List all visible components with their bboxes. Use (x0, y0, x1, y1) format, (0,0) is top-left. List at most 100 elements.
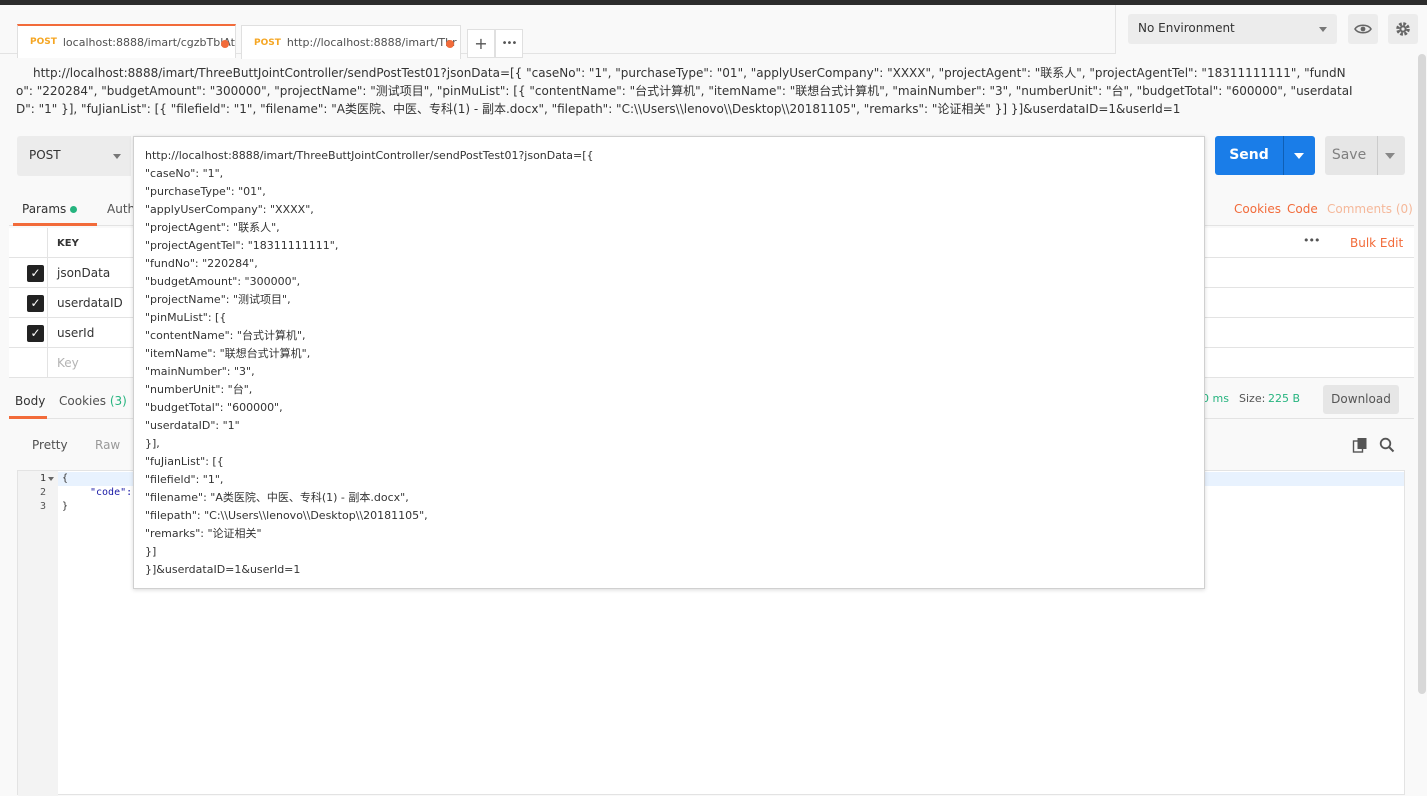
page-scrollbar[interactable] (1418, 54, 1426, 694)
unsaved-dot-icon (221, 40, 229, 48)
request-tab-1[interactable]: POST localhost:8888/imart/cgzbTblAt (17, 24, 236, 58)
request-tab-2[interactable]: POST http://localhost:8888/imart/Thr (241, 25, 461, 59)
save-divider (1377, 136, 1378, 175)
param-key[interactable]: jsonData (57, 266, 110, 280)
unsaved-dot-icon (446, 40, 454, 48)
request-title-line: o": "220284", "budgetAmount": "300000", … (16, 84, 1353, 98)
comments-link[interactable]: Comments (0) (1327, 202, 1413, 216)
download-button[interactable]: Download (1323, 385, 1399, 414)
tooltip-line: "pinMuList": [{ (145, 311, 227, 324)
tooltip-line: "fundNo": "220284", (145, 257, 258, 270)
tooltip-lines: http://localhost:8888/imart/ThreeButtJoi… (145, 147, 1193, 579)
environment-bar: No Environment (1115, 5, 1427, 54)
check-cell: ✓ (9, 258, 48, 288)
tooltip-line: "filename": "A类医院、中医、专科(1) - 副本.docx", (145, 491, 409, 504)
code-link[interactable]: Code (1287, 202, 1318, 216)
header-check-cell (9, 228, 48, 258)
check-cell: ✓ (9, 318, 48, 348)
tooltip-line: "applyUserCompany": "XXXX", (145, 203, 314, 216)
tab-params-label: Params (22, 202, 67, 216)
fold-chevron-icon[interactable] (48, 477, 54, 481)
param-key[interactable]: userdataID (57, 296, 123, 310)
send-button[interactable]: Send (1215, 136, 1315, 175)
checkbox-checked[interactable]: ✓ (27, 295, 44, 312)
tab-body[interactable]: Body (15, 394, 45, 408)
environment-quick-look-button[interactable] (1348, 14, 1378, 44)
tab-authorization[interactable]: Auth (107, 202, 135, 216)
tooltip-line: "caseNo": "1", (145, 167, 224, 180)
environment-settings-button[interactable] (1388, 14, 1418, 44)
tooltip-line: "numberUnit": "台", (145, 383, 253, 396)
tooltip-line: }] (145, 545, 157, 558)
active-tab-indicator (9, 416, 47, 419)
code-line: } (62, 501, 69, 512)
tab-options-button[interactable]: ••• (495, 29, 523, 58)
check-cell: ✓ (9, 288, 48, 318)
tooltip-line: http://localhost:8888/imart/ThreeButtJoi… (145, 149, 594, 162)
tooltip-line: "projectAgent": "联系人", (145, 221, 280, 234)
tooltip-line: "purchaseType": "01", (145, 185, 266, 198)
tab-cookies-label: Cookies (59, 394, 106, 408)
bulk-edit-link[interactable]: Bulk Edit (1350, 236, 1403, 250)
line-number: 1 (39, 473, 46, 484)
tooltip-line: "fuJianList": [{ (145, 455, 224, 468)
checkbox-checked[interactable]: ✓ (27, 325, 44, 342)
response-time-fragment: 0 ms (1202, 392, 1229, 405)
save-label: Save (1331, 147, 1367, 163)
tab-cookies[interactable]: Cookies (3) (59, 394, 127, 408)
tooltip-line: "contentName": "台式计算机", (145, 329, 306, 342)
checkbox-checked[interactable]: ✓ (27, 265, 44, 282)
params-active-dot-icon (70, 206, 78, 213)
new-tab-button[interactable]: + (467, 29, 495, 58)
code-line: "code": (90, 487, 133, 498)
tab-method-label: POST (254, 37, 281, 48)
plus-icon: + (474, 34, 488, 53)
environment-selected-label: No Environment (1138, 21, 1235, 35)
new-key-input[interactable]: Key (57, 356, 79, 370)
cookies-count: (3) (109, 394, 127, 408)
tab-auth-label: Auth (107, 202, 136, 216)
code-line: { (62, 473, 69, 484)
save-options-chevron-icon[interactable] (1385, 153, 1395, 159)
save-button[interactable]: Save (1325, 136, 1405, 175)
pretty-view-button[interactable]: Pretty (32, 438, 68, 452)
eye-icon (1354, 24, 1372, 34)
tooltip-line: }], (145, 437, 160, 450)
environment-select[interactable]: No Environment (1128, 14, 1337, 44)
request-tab-strip: POST localhost:8888/imart/cgzbTblAt POST… (0, 5, 1115, 59)
chevron-down-icon (113, 154, 121, 159)
send-label: Send (1229, 147, 1269, 163)
tooltip-line: "remarks": "论证相关" (145, 527, 262, 540)
tab-method-label: POST (30, 37, 57, 47)
request-title-line: D": "1" }], "fuJianList": [{ "filefield"… (16, 102, 1181, 116)
send-divider (1283, 136, 1284, 175)
tooltip-line: }]&userdataID=1&userId=1 (145, 563, 301, 576)
param-key[interactable]: userId (57, 326, 94, 340)
line-number: 3 (39, 501, 46, 512)
search-icon[interactable] (1379, 437, 1395, 453)
tooltip-line: "mainNumber": "3", (145, 365, 255, 378)
cookies-link[interactable]: Cookies (1234, 202, 1281, 216)
tooltip-line: "projectName": "测试项目", (145, 293, 291, 306)
request-name-title[interactable]: http://localhost:8888/imart/ThreeButtJoi… (16, 64, 1396, 118)
params-more-dots-icon[interactable]: ••• (1303, 234, 1320, 247)
tooltip-line: "budgetAmount": "300000", (145, 275, 301, 288)
tooltip-line: "filefield": "1", (145, 473, 224, 486)
line-number: 2 (39, 487, 46, 498)
tooltip-line: "filepath": "C:\\Users\\lenovo\\Desktop\… (145, 509, 428, 522)
size-value: 225 B (1268, 392, 1301, 405)
tab-title: http://localhost:8888/imart/Thr (286, 36, 457, 49)
tooltip-line: "projectAgentTel": "18311111111", (145, 239, 339, 252)
copy-icon[interactable] (1352, 437, 1368, 453)
http-method-label: POST (29, 148, 61, 162)
tooltip-line: "userdataID": "1" (145, 419, 240, 432)
editor-gutter: 1 2 3 (18, 471, 58, 796)
check-cell (9, 348, 48, 378)
chevron-down-icon (1319, 27, 1327, 32)
tab-params[interactable]: Params (12, 202, 98, 226)
http-method-select[interactable]: POST (17, 136, 131, 176)
size-label: Size: (1239, 392, 1266, 405)
send-options-chevron-icon[interactable] (1294, 153, 1304, 159)
key-column-header: KEY (57, 238, 79, 249)
raw-view-button[interactable]: Raw (95, 438, 120, 452)
